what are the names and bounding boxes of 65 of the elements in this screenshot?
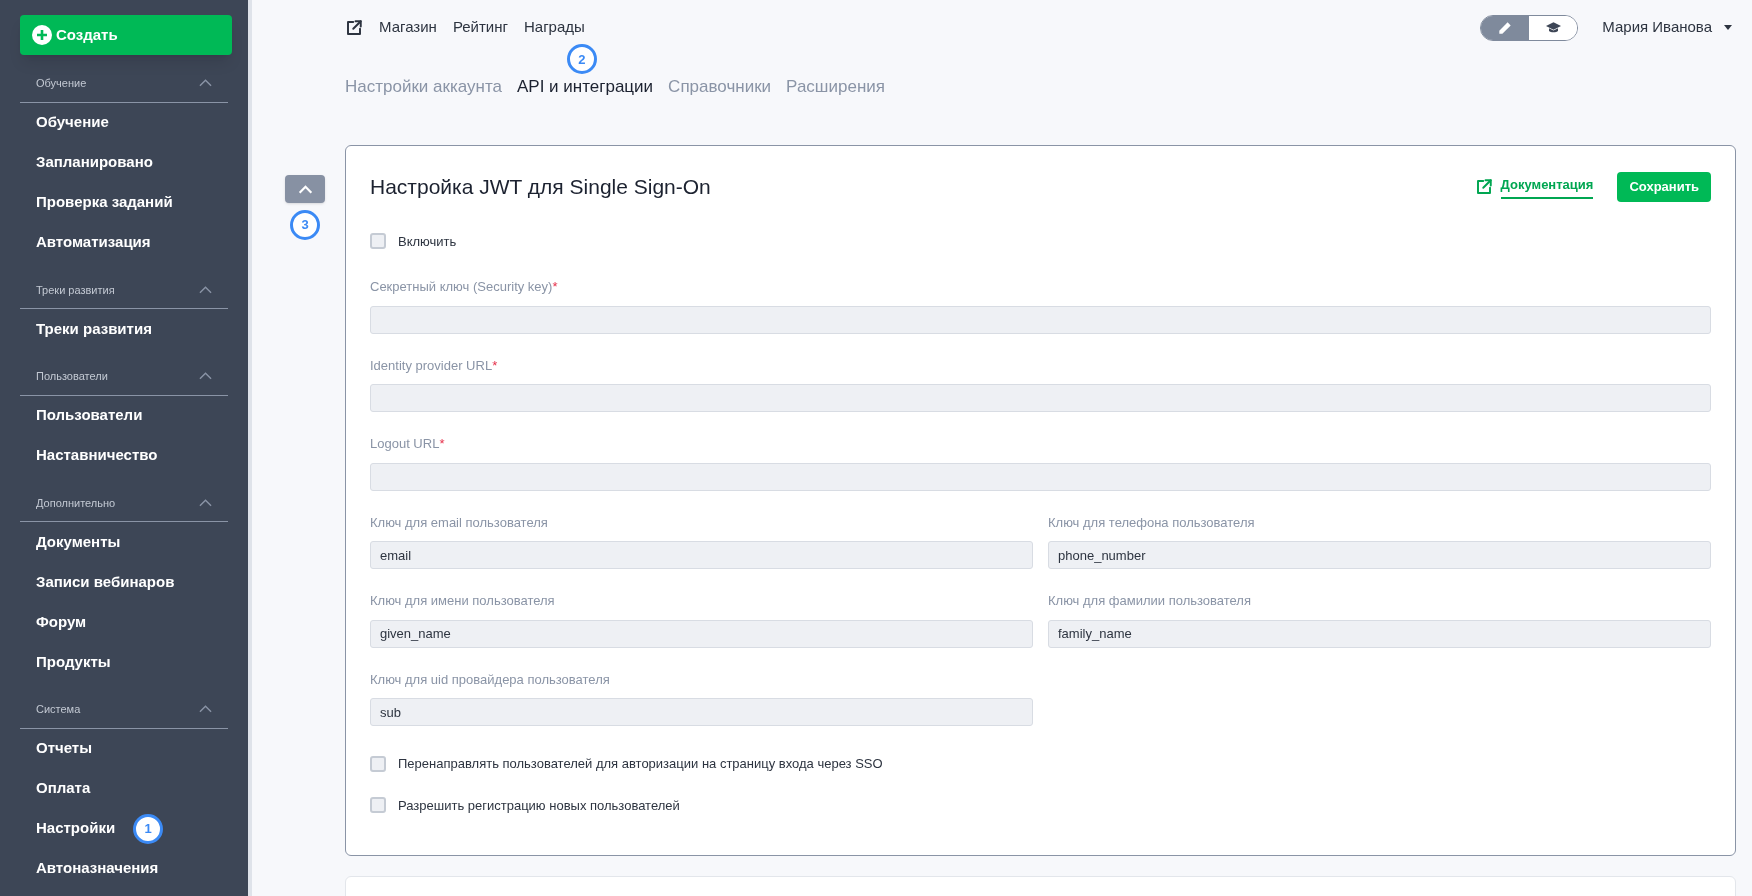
mode-switch[interactable] [1480, 14, 1579, 41]
field-label: Identity provider URL* [370, 356, 499, 375]
input-field[interactable]: sub [370, 698, 1033, 726]
input-field[interactable]: given_name [370, 619, 1033, 648]
checkbox[interactable] [370, 233, 386, 250]
sidebar-item[interactable]: Проверка заданий [36, 191, 173, 214]
tab[interactable]: API и интеграции [517, 77, 654, 97]
sidebar-item[interactable]: Продукты [36, 650, 111, 674]
checkbox-label: Перенаправлять пользователей для авторизации на страницу входа через SSO [398, 755, 883, 773]
callout-marker: 2 [567, 44, 597, 75]
sidebar-item[interactable]: Документы [36, 530, 121, 554]
section-header[interactable]: Пользователи [20, 368, 228, 396]
sidebar-item[interactable]: Наставничество [36, 444, 158, 467]
field-label: Секретный ключ (Security key)* [370, 278, 559, 296]
field-label: Logout URL* [370, 435, 446, 453]
sidebar-item[interactable]: Записи вебинаров [36, 570, 175, 594]
input-field[interactable] [370, 384, 1711, 412]
external-link-icon [1474, 177, 1493, 196]
section-title: Система [36, 702, 81, 717]
graduation-cap-icon [1545, 21, 1561, 34]
top-link[interactable]: Магазин [379, 16, 437, 39]
field-label: Ключ для email пользователя [370, 513, 549, 532]
callout-marker: 1 [133, 813, 163, 844]
callout-marker: 3 [290, 210, 320, 240]
user-menu[interactable]: Мария Иванова [1602, 16, 1732, 39]
pencil-icon [1498, 20, 1513, 35]
sidebar-item[interactable]: Оплата [36, 777, 91, 800]
sidebar-item[interactable]: Обучение [36, 111, 109, 134]
sidebar-item[interactable]: Автоназначения [36, 857, 159, 880]
sidebar-item[interactable]: Треки развития [36, 317, 152, 341]
section-title: Треки развития [36, 282, 115, 298]
top-link[interactable]: Награды [523, 16, 585, 39]
plus-circle-icon [32, 25, 52, 45]
collapse-button[interactable] [285, 175, 325, 203]
top-link[interactable]: Рейтинг [452, 16, 508, 39]
input-field[interactable]: phone_number [1048, 541, 1711, 569]
section-header[interactable]: Дополнительно [20, 494, 228, 522]
input-field[interactable] [370, 462, 1711, 491]
input-field[interactable]: email [370, 541, 1033, 569]
field-label: Ключ для имени пользователя [370, 592, 556, 610]
checkbox[interactable] [370, 755, 386, 772]
section-title: Пользователи [36, 369, 108, 384]
sidebar-item[interactable]: Автоматизация [36, 231, 151, 254]
sidebar-item[interactable]: Пользователи [36, 404, 143, 427]
field-label: Ключ для uid провайдера пользователя [370, 670, 611, 689]
checkbox-label: Разрешить регистрацию новых пользователей [398, 796, 680, 815]
caret-icon [1724, 25, 1732, 30]
field-label: Ключ для телефона пользователя [1048, 513, 1256, 532]
checkbox-label: Включить [398, 232, 457, 251]
section-header[interactable]: Система [20, 701, 228, 729]
sidebar-item[interactable]: Настройки [36, 817, 116, 840]
card-title: Настройка JWT для Single Sign-On [370, 174, 711, 200]
sidebar-item[interactable]: Отчеты [36, 737, 93, 760]
section-title: Обучение [36, 76, 87, 91]
section-title: Дополнительно [36, 495, 116, 511]
input-field[interactable]: family_name [1048, 619, 1711, 648]
sidebar-item[interactable]: Запланировано [36, 151, 153, 174]
section-header[interactable]: Треки развития [20, 281, 228, 309]
chevron-up-icon [297, 184, 313, 194]
field-label: Ключ для фамилии пользователя [1048, 592, 1252, 610]
checkbox[interactable] [370, 797, 386, 814]
external-link-icon [345, 18, 363, 37]
sidebar-item[interactable]: Форум [36, 610, 87, 634]
input-field[interactable] [370, 305, 1711, 334]
section-header[interactable]: Обучение [20, 75, 228, 103]
